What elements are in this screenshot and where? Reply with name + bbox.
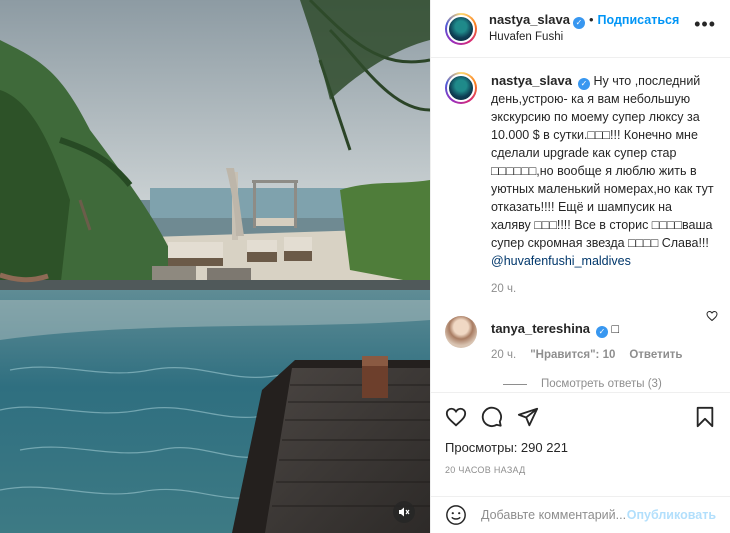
- caption-mention-link[interactable]: @huvafenfushi_maldives: [491, 254, 631, 268]
- mute-toggle-button[interactable]: [393, 501, 415, 523]
- caption-meta: 20 ч.: [491, 280, 714, 298]
- resort-pool-scene: [0, 0, 430, 533]
- verified-badge-icon: ✓: [596, 326, 608, 338]
- heart-icon[interactable]: [445, 406, 467, 428]
- comment-icon[interactable]: [481, 406, 503, 428]
- caption: nastya_slava ✓ Ну что ,последний день,уст…: [445, 72, 714, 298]
- post-timestamp[interactable]: 20 ЧАСОВ НАЗАД: [445, 465, 526, 475]
- post-location[interactable]: Huvafen Fushi: [489, 29, 679, 45]
- views-count[interactable]: Просмотры: 290 221: [445, 440, 568, 455]
- author-username[interactable]: nastya_slava: [489, 12, 570, 27]
- comment-age[interactable]: 20 ч.: [491, 349, 516, 361]
- caption-author-username[interactable]: nastya_slava: [491, 73, 572, 88]
- follow-button[interactable]: Подписаться: [598, 13, 680, 27]
- comment-body: tanya_tereshina ✓ □ 20 ч. "Нравится": 10 От…: [491, 316, 697, 364]
- comment-item: tanya_tereshina ✓ □ 20 ч. "Нравится": 10 От…: [445, 316, 714, 364]
- verified-badge-icon: ✓: [572, 17, 585, 29]
- caption-age[interactable]: 20 ч.: [491, 283, 516, 295]
- post-header: nastya_slava ✓ • Подписаться Huvafen Fushi …: [431, 0, 730, 58]
- view-replies[interactable]: Посмотреть ответы (3): [503, 378, 714, 390]
- caption-body: nastya_slava ✓ Ну что ,последний день,уст…: [491, 72, 714, 298]
- commenter-avatar[interactable]: [445, 316, 477, 348]
- reply-button[interactable]: Ответить: [629, 349, 682, 361]
- verified-badge-icon: ✓: [577, 78, 590, 90]
- post-video[interactable]: [0, 0, 430, 533]
- comment-input[interactable]: [479, 507, 627, 523]
- comment-composer: Опубликовать: [431, 496, 730, 533]
- caption-author-avatar[interactable]: [445, 72, 477, 104]
- author-block: nastya_slava ✓ • Подписаться Huvafen Fushi: [489, 12, 679, 45]
- comment-meta: 20 ч. "Нравится": 10 Ответить: [491, 346, 697, 364]
- replies-divider: [503, 383, 527, 385]
- emoji-icon[interactable]: [445, 504, 467, 526]
- comments-section: nastya_slava ✓ Ну что ,последний день,уст…: [431, 58, 730, 391]
- publish-button[interactable]: Опубликовать: [627, 508, 716, 522]
- post-sidebar: nastya_slava ✓ • Подписаться Huvafen Fushi …: [430, 0, 730, 533]
- speaker-muted-icon: [399, 507, 410, 517]
- more-options-icon[interactable]: •••: [694, 14, 716, 35]
- comment-likes[interactable]: "Нравится": 10: [530, 349, 615, 361]
- action-bar: [431, 392, 730, 440]
- view-replies-label: Посмотреть ответы (3): [541, 378, 662, 390]
- caption-text: Ну что ,последний день,устрою- ка я вам …: [491, 74, 714, 250]
- instagram-post-modal: nastya_slava ✓ • Подписаться Huvafen Fushi …: [0, 0, 730, 533]
- separator-dot: •: [588, 12, 594, 27]
- author-avatar[interactable]: [445, 12, 477, 45]
- share-icon[interactable]: [517, 406, 539, 428]
- bookmark-icon[interactable]: [694, 406, 716, 428]
- commenter-username[interactable]: tanya_tereshina: [491, 321, 590, 336]
- comment-like-heart-icon[interactable]: [706, 310, 718, 322]
- comment-text: □: [611, 322, 620, 336]
